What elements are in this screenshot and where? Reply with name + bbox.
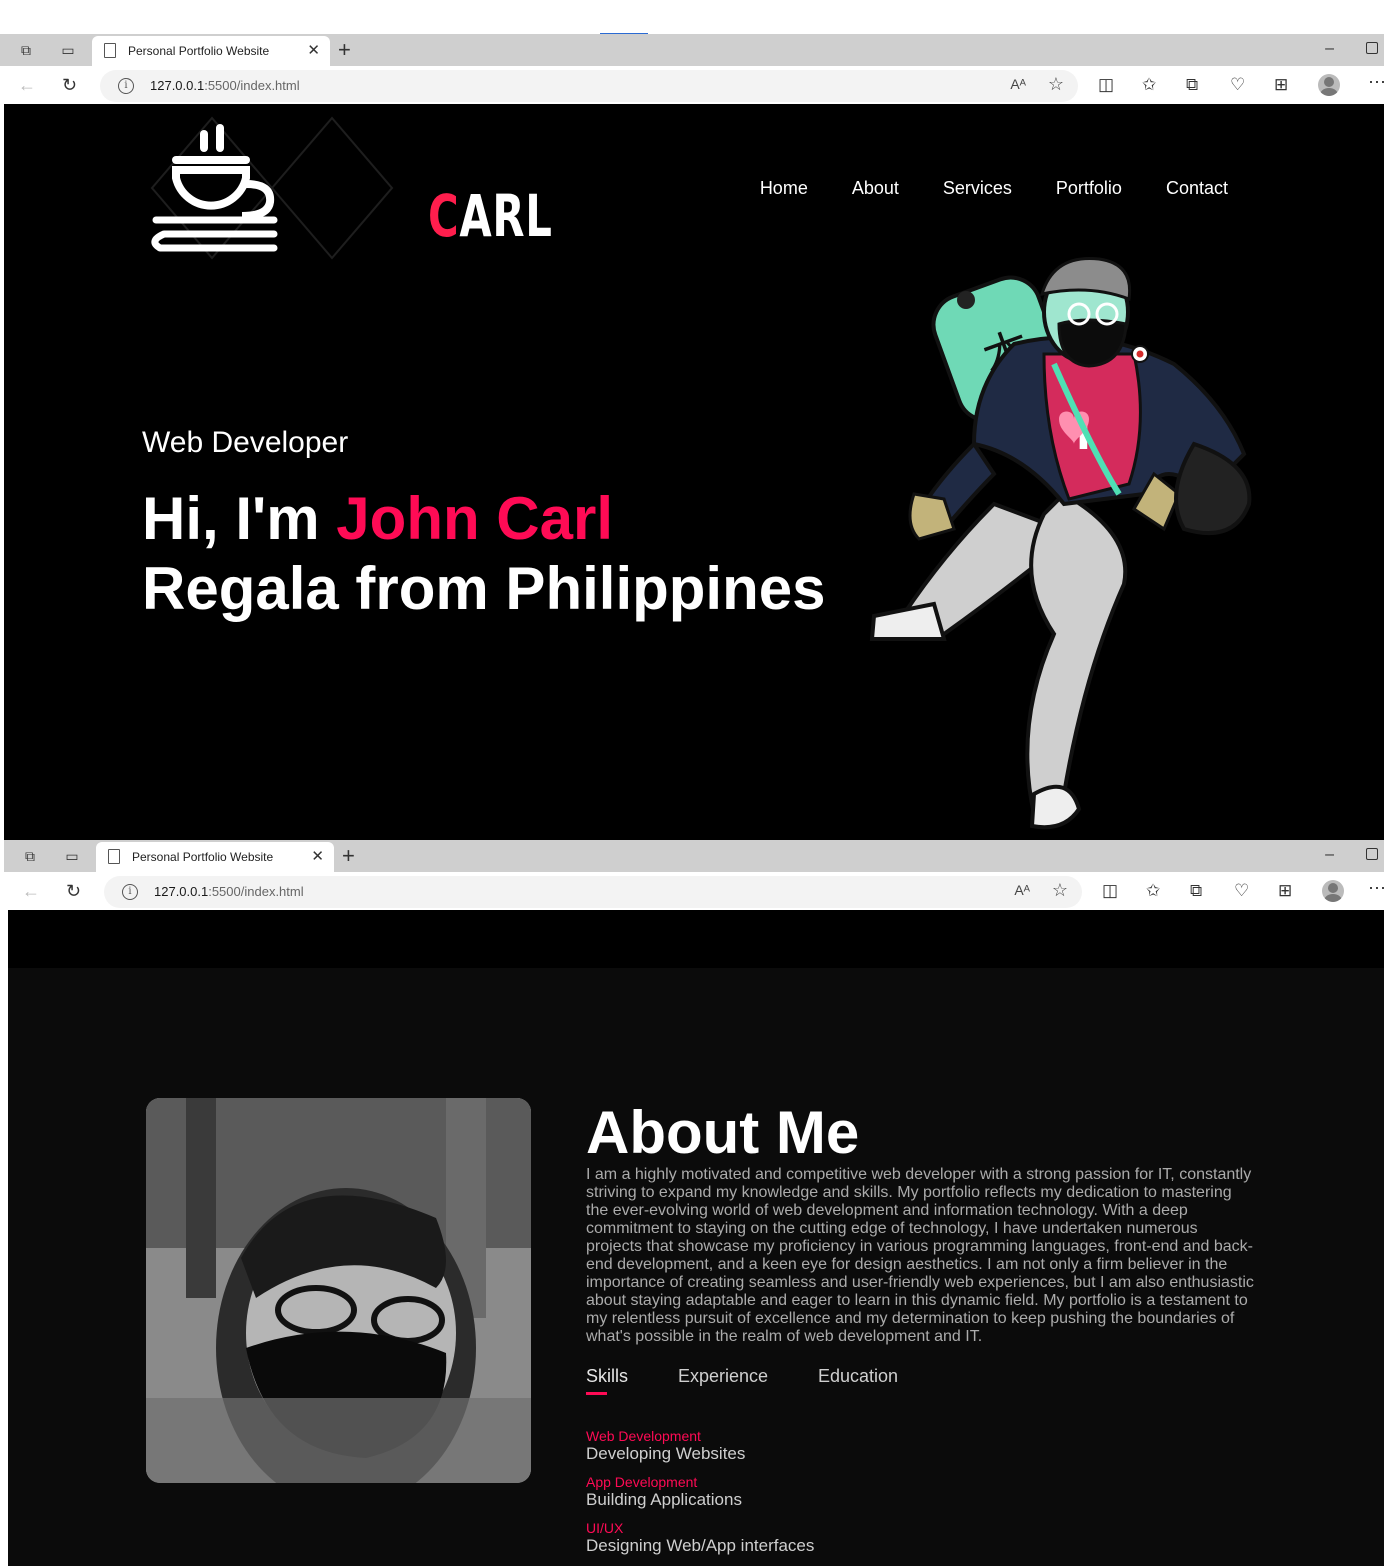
- browser-window-2: ⧉ ▭ Personal Portfolio Website ✕ + – ← ↻…: [0, 840, 1384, 912]
- favorites-icon[interactable]: ✩: [1142, 75, 1156, 95]
- skill-desc: Designing Web/App interfaces: [586, 1536, 815, 1555]
- hero-headline: Hi, I'm John Carl Regala from Philippine…: [142, 484, 825, 624]
- profile-avatar[interactable]: [1318, 74, 1340, 96]
- site-logo[interactable]: CARL: [142, 112, 552, 264]
- screen-top-strip: [0, 0, 1384, 35]
- workspaces-icon[interactable]: ⧉: [20, 846, 40, 866]
- header-band: [8, 910, 1384, 968]
- hero-subtitle: Web Developer: [142, 426, 349, 459]
- tab-actions-icon[interactable]: ▭: [58, 40, 78, 60]
- tab-actions-icon[interactable]: ▭: [62, 846, 82, 866]
- nav-contact[interactable]: Contact: [1166, 178, 1228, 199]
- main-nav: Home About Services Portfolio Contact: [760, 178, 1228, 199]
- browser-tab[interactable]: Personal Portfolio Website ✕: [92, 36, 330, 66]
- refresh-icon[interactable]: ↻: [62, 75, 77, 96]
- favorite-star-icon[interactable]: ☆: [1052, 880, 1068, 901]
- page-icon: [104, 43, 116, 58]
- profile-avatar[interactable]: [1322, 880, 1344, 902]
- tab-title: Personal Portfolio Website: [128, 44, 270, 58]
- skill-item: App Development Building Applications: [586, 1474, 742, 1509]
- performance-icon[interactable]: ♡: [1234, 881, 1249, 901]
- minimize-button[interactable]: –: [1325, 40, 1334, 58]
- about-section: About Me I am a highly motivated and com…: [8, 910, 1384, 1566]
- back-arrow-icon[interactable]: ←: [22, 881, 40, 902]
- split-screen-icon[interactable]: ◫: [1102, 881, 1118, 901]
- back-arrow-icon[interactable]: ←: [18, 75, 36, 96]
- skill-desc: Developing Websites: [586, 1444, 746, 1463]
- favorites-icon[interactable]: ✩: [1146, 881, 1160, 901]
- extensions-icon[interactable]: ⊞: [1274, 75, 1288, 95]
- nav-about[interactable]: About: [852, 178, 899, 199]
- restore-button[interactable]: [1366, 848, 1378, 860]
- address-bar[interactable]: i 127.0.0.1:5500/index.html Aᴬ ☆: [100, 70, 1078, 102]
- coffee-cup-logo-icon: [150, 116, 394, 260]
- tab-skills[interactable]: Skills: [586, 1366, 628, 1387]
- restore-button[interactable]: [1366, 42, 1378, 54]
- hero-section: CARL Home About Services Portfolio Conta…: [4, 104, 1384, 840]
- new-tab-button[interactable]: +: [342, 843, 355, 869]
- more-menu-icon[interactable]: ⋯: [1368, 878, 1384, 899]
- about-paragraph: I am a highly motivated and competitive …: [586, 1166, 1254, 1345]
- logo-wordmark: CARL: [428, 182, 553, 250]
- new-tab-button[interactable]: +: [338, 37, 351, 63]
- portrait-image: [146, 1098, 531, 1483]
- tab-strip: ⧉ ▭ Personal Portfolio Website ✕ + –: [4, 840, 1384, 872]
- address-toolbar: ← ↻ i 127.0.0.1:5500/index.html Aᴬ ☆ ◫ ✩…: [4, 872, 1384, 912]
- tab-education[interactable]: Education: [818, 1366, 898, 1387]
- browser-tab[interactable]: Personal Portfolio Website ✕: [96, 842, 334, 872]
- read-aloud-icon[interactable]: Aᴬ: [1014, 882, 1030, 898]
- tab-experience[interactable]: Experience: [678, 1366, 768, 1387]
- active-tab-underline: [586, 1392, 607, 1395]
- tab-strip: ⧉ ▭ Personal Portfolio Website ✕ + –: [0, 34, 1384, 66]
- url-text[interactable]: 127.0.0.1:5500/index.html: [150, 78, 300, 93]
- nav-portfolio[interactable]: Portfolio: [1056, 178, 1122, 199]
- about-title: About Me: [586, 1099, 860, 1166]
- site-info-icon[interactable]: i: [122, 884, 138, 900]
- address-toolbar: ← ↻ i 127.0.0.1:5500/index.html Aᴬ ☆ ◫ ✩…: [0, 66, 1384, 106]
- url-text[interactable]: 127.0.0.1:5500/index.html: [154, 884, 304, 899]
- collections-icon[interactable]: ⧉: [1190, 881, 1202, 901]
- close-tab-icon[interactable]: ✕: [311, 847, 324, 865]
- address-bar[interactable]: i 127.0.0.1:5500/index.html Aᴬ ☆: [104, 876, 1082, 908]
- extensions-icon[interactable]: ⊞: [1278, 881, 1292, 901]
- skill-title: UI/UX: [586, 1520, 624, 1536]
- skill-item: UI/UX Designing Web/App interfaces: [586, 1520, 814, 1555]
- workspaces-icon[interactable]: ⧉: [16, 40, 36, 60]
- profile-photo: [146, 1098, 531, 1483]
- tab-title: Personal Portfolio Website: [132, 850, 274, 864]
- skill-title: App Development: [586, 1474, 698, 1490]
- skill-item: Web Development Developing Websites: [586, 1428, 745, 1463]
- close-tab-icon[interactable]: ✕: [307, 41, 320, 59]
- more-menu-icon[interactable]: ⋯: [1368, 72, 1384, 93]
- minimize-button[interactable]: –: [1325, 846, 1334, 864]
- refresh-icon[interactable]: ↻: [66, 881, 81, 902]
- performance-icon[interactable]: ♡: [1230, 75, 1245, 95]
- favorite-star-icon[interactable]: ☆: [1048, 74, 1064, 95]
- page-icon: [108, 849, 120, 864]
- browser-window-1: ⧉ ▭ Personal Portfolio Website ✕ + – ← ↻…: [0, 34, 1384, 106]
- hero-line2: Regala from Philippines: [142, 555, 826, 622]
- split-screen-icon[interactable]: ◫: [1098, 75, 1114, 95]
- hero-name: John Carl: [336, 485, 614, 552]
- greeting-text: Hi, I'm: [142, 485, 337, 552]
- nav-home[interactable]: Home: [760, 178, 808, 199]
- site-info-icon[interactable]: i: [118, 78, 134, 94]
- skill-title: Web Development: [586, 1428, 701, 1444]
- collections-icon[interactable]: ⧉: [1186, 75, 1198, 95]
- character-illustration: 本 I: [869, 256, 1252, 830]
- read-aloud-icon[interactable]: Aᴬ: [1010, 76, 1026, 92]
- skill-desc: Building Applications: [586, 1490, 742, 1509]
- nav-services[interactable]: Services: [943, 178, 1012, 199]
